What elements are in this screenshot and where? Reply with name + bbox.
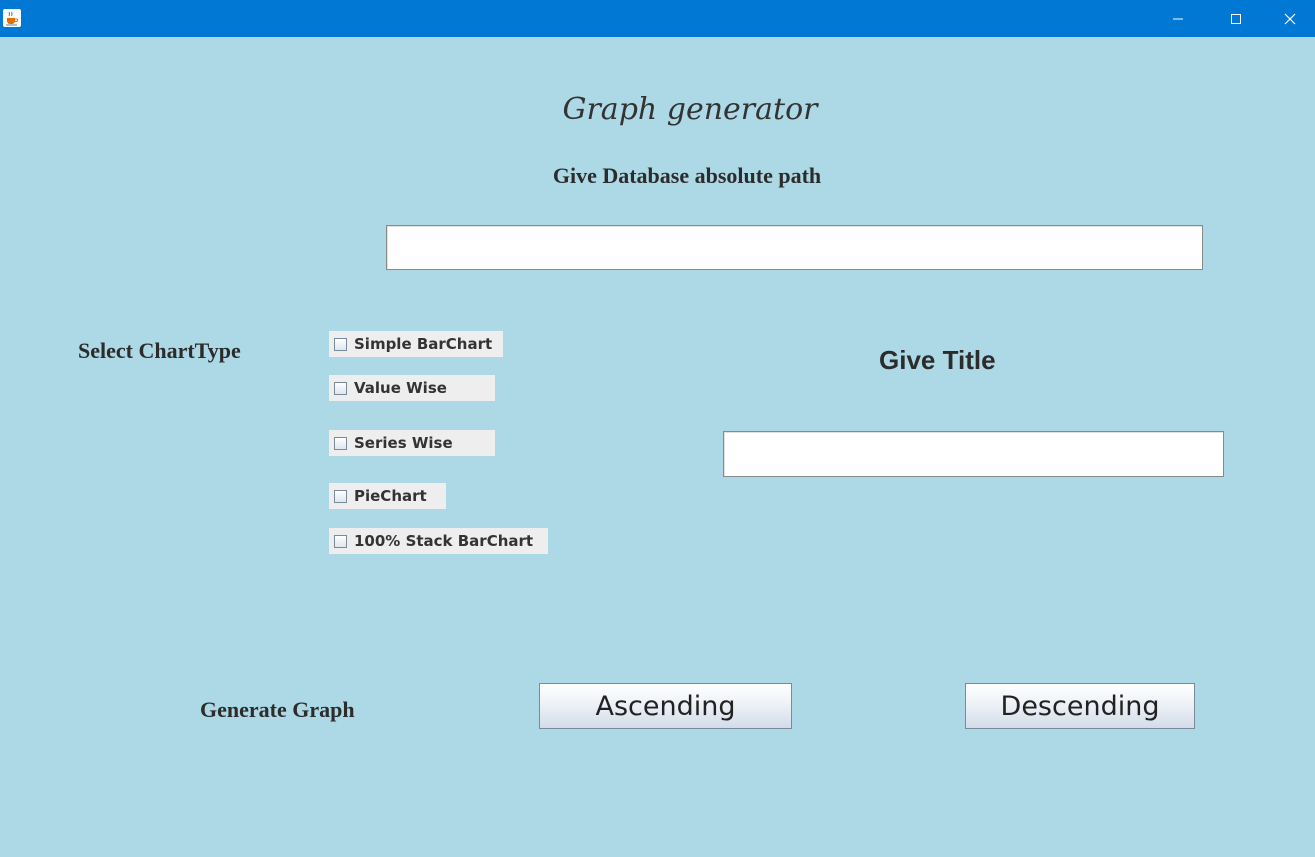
chart-title-input[interactable] (723, 431, 1224, 477)
minimize-button[interactable] (1149, 0, 1207, 37)
checkbox-box[interactable] (334, 337, 347, 351)
descending-button[interactable]: Descending (965, 683, 1195, 729)
close-button[interactable] (1265, 0, 1315, 37)
generate-graph-label: Generate Graph (200, 697, 355, 722)
checkbox-piechart[interactable]: PieChart (329, 483, 446, 509)
maximize-icon (1231, 13, 1241, 24)
checkbox-box[interactable] (334, 534, 347, 548)
checkbox-label: 100% Stack BarChart (354, 532, 534, 550)
checkbox-label: Simple BarChart (354, 335, 493, 353)
checkbox-box[interactable] (334, 489, 347, 503)
checkbox-label: PieChart (354, 487, 427, 505)
java-cup-icon[interactable] (3, 9, 21, 27)
checkbox-stack-barchart[interactable]: 100% Stack BarChart (329, 528, 548, 554)
checkbox-label: Series Wise (354, 434, 453, 452)
ascending-button[interactable]: Ascending (539, 683, 792, 729)
close-icon (1284, 13, 1296, 24)
chart-type-label: Select ChartType (78, 338, 241, 363)
checkbox-box[interactable] (334, 381, 347, 395)
maximize-button[interactable] (1207, 0, 1265, 37)
checkbox-label: Value Wise (354, 379, 447, 397)
app-window: Graph generator Give Database absolute p… (0, 0, 1315, 857)
minimize-icon (1173, 18, 1183, 19)
give-title-label: Give Title (879, 345, 996, 375)
checkbox-box[interactable] (334, 436, 347, 450)
checkbox-series-wise[interactable]: Series Wise (329, 430, 495, 456)
checkbox-simple-barchart[interactable]: Simple BarChart (329, 331, 503, 357)
checkbox-value-wise[interactable]: Value Wise (329, 375, 495, 401)
title-bar (0, 0, 1315, 37)
db-path-input[interactable] (386, 225, 1203, 270)
db-path-label: Give Database absolute path (552, 163, 822, 188)
app-title: Graph generator (562, 92, 818, 127)
